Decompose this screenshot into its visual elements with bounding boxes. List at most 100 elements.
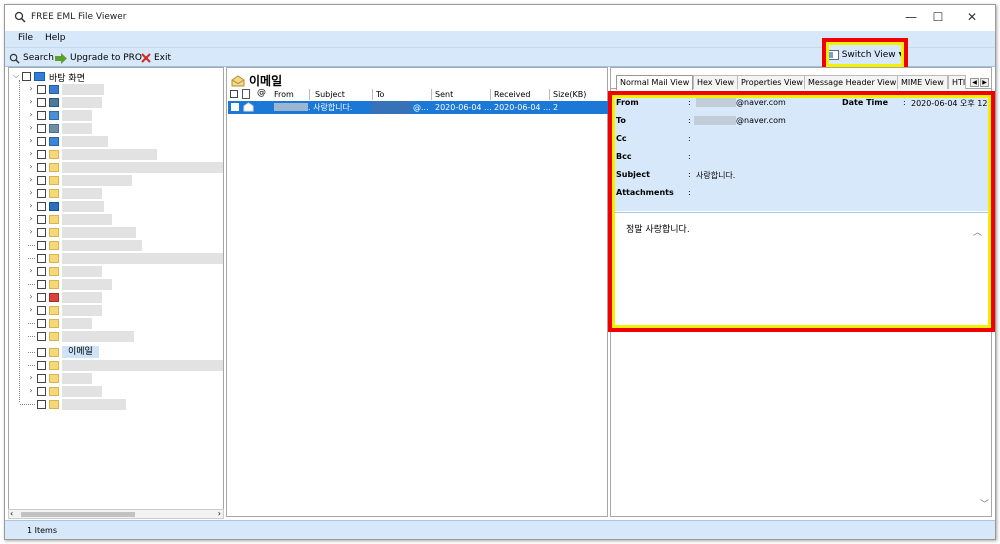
column-from[interactable]: From bbox=[271, 89, 310, 100]
exit-button[interactable]: Exit bbox=[141, 51, 171, 65]
expand-icon[interactable]: › bbox=[27, 227, 35, 237]
tab-hex-view[interactable]: Hex View bbox=[693, 75, 739, 89]
maximize-button[interactable]: ☐ bbox=[928, 9, 948, 25]
tree-checkbox[interactable] bbox=[37, 400, 46, 409]
tree-checkbox[interactable] bbox=[22, 72, 31, 81]
tree-checkbox[interactable] bbox=[37, 202, 46, 211]
tree-horizontal-scrollbar[interactable]: ‹ › bbox=[8, 509, 224, 519]
column-received[interactable]: Received bbox=[491, 89, 550, 100]
tab-mime-view[interactable]: MIME View bbox=[897, 75, 948, 89]
tree-checkbox[interactable] bbox=[37, 124, 46, 133]
tree-checkbox[interactable] bbox=[37, 85, 46, 94]
tree-checkbox[interactable] bbox=[37, 306, 46, 315]
tree-item[interactable] bbox=[9, 317, 223, 330]
tree-item[interactable]: › bbox=[9, 122, 223, 135]
tree-checkbox[interactable] bbox=[37, 319, 46, 328]
tree-checkbox[interactable] bbox=[37, 150, 46, 159]
expand-icon[interactable]: › bbox=[27, 84, 35, 94]
tree-checkbox[interactable] bbox=[37, 189, 46, 198]
tree-checkbox[interactable] bbox=[37, 361, 46, 370]
scroll-left-icon[interactable]: ‹ bbox=[10, 509, 13, 518]
search-button[interactable]: Search bbox=[9, 51, 54, 65]
tree-checkbox[interactable] bbox=[37, 293, 46, 302]
tree-checkbox[interactable] bbox=[37, 387, 46, 396]
tree-item[interactable]: › bbox=[9, 161, 223, 174]
tree-checkbox[interactable] bbox=[37, 228, 46, 237]
tab-html-view[interactable]: HTI bbox=[948, 75, 966, 89]
expand-icon[interactable]: › bbox=[27, 136, 35, 146]
tree-item[interactable]: › bbox=[9, 372, 223, 385]
tree-item-selected[interactable]: 이메일 bbox=[9, 346, 223, 359]
expand-icon[interactable]: › bbox=[27, 188, 35, 198]
tree-item[interactable]: › bbox=[9, 109, 223, 122]
tab-properties-view[interactable]: Properties View bbox=[737, 75, 807, 89]
expand-icon[interactable]: › bbox=[27, 292, 35, 302]
tree-item[interactable]: › bbox=[9, 213, 223, 226]
tree-checkbox[interactable] bbox=[37, 280, 46, 289]
column-subject[interactable]: Subject bbox=[312, 89, 373, 100]
tree-item[interactable] bbox=[9, 359, 223, 372]
tree-item[interactable]: › bbox=[9, 385, 223, 398]
tree-item[interactable]: › bbox=[9, 265, 223, 278]
tree-checkbox[interactable] bbox=[37, 241, 46, 250]
tree-checkbox[interactable] bbox=[37, 348, 46, 357]
scroll-down-icon[interactable]: ﹀ bbox=[980, 497, 989, 510]
scroll-right-icon[interactable]: › bbox=[218, 509, 221, 518]
tree-checkbox[interactable] bbox=[37, 254, 46, 263]
tree-checkbox[interactable] bbox=[37, 111, 46, 120]
expand-icon[interactable]: › bbox=[27, 386, 35, 396]
tree-item-root[interactable]: ⌵ 바탕 화면 bbox=[9, 70, 223, 84]
column-to[interactable]: To bbox=[373, 89, 432, 100]
tree-item[interactable] bbox=[9, 239, 223, 252]
menu-file[interactable]: File bbox=[18, 33, 33, 43]
expand-icon[interactable]: › bbox=[27, 373, 35, 383]
scroll-thumb[interactable] bbox=[21, 512, 135, 517]
tree-item[interactable] bbox=[9, 252, 223, 265]
tree-item[interactable]: › bbox=[9, 291, 223, 304]
tree-item[interactable]: › bbox=[9, 304, 223, 317]
tree-item[interactable]: › bbox=[9, 83, 223, 96]
tab-scroll-right-icon[interactable]: ▶ bbox=[980, 78, 989, 87]
expand-icon[interactable]: › bbox=[27, 149, 35, 159]
expand-icon[interactable]: › bbox=[27, 110, 35, 120]
minimize-button[interactable]: — bbox=[901, 9, 921, 25]
tree-item[interactable]: › bbox=[9, 174, 223, 187]
upgrade-button[interactable]: Upgrade to PRO bbox=[55, 51, 142, 65]
expand-icon[interactable]: › bbox=[27, 123, 35, 133]
tree-item[interactable]: › bbox=[9, 226, 223, 239]
expand-icon[interactable]: › bbox=[27, 162, 35, 172]
select-all-checkbox[interactable] bbox=[230, 90, 238, 98]
tab-normal-mail-view[interactable]: Normal Mail View bbox=[616, 75, 694, 90]
row-checkbox[interactable] bbox=[231, 103, 239, 111]
expand-icon[interactable]: › bbox=[27, 175, 35, 185]
column-sent[interactable]: Sent bbox=[432, 89, 491, 100]
collapse-icon[interactable]: ⌵ bbox=[12, 71, 20, 81]
tree-checkbox[interactable] bbox=[37, 98, 46, 107]
expand-icon[interactable]: › bbox=[27, 201, 35, 211]
column-size[interactable]: Size(KB) bbox=[550, 89, 607, 100]
close-button[interactable]: ✕ bbox=[962, 9, 982, 25]
tree-item[interactable]: › bbox=[9, 135, 223, 148]
tree-checkbox[interactable] bbox=[37, 374, 46, 383]
tab-scroll-left-icon[interactable]: ◀ bbox=[970, 78, 979, 87]
message-row[interactable]: . 사랑합니다. @... 2020-06-04 ... 2020-06-04 … bbox=[228, 101, 608, 114]
tree-checkbox[interactable] bbox=[37, 163, 46, 172]
tree-checkbox[interactable] bbox=[37, 267, 46, 276]
expand-icon[interactable]: › bbox=[27, 97, 35, 107]
tree-item[interactable]: › bbox=[9, 187, 223, 200]
expand-icon[interactable]: › bbox=[27, 214, 35, 224]
tree-item[interactable]: › bbox=[9, 96, 223, 109]
tree-item[interactable] bbox=[9, 278, 223, 291]
menu-help[interactable]: Help bbox=[45, 33, 66, 43]
expand-icon[interactable]: › bbox=[27, 266, 35, 276]
tree-item[interactable] bbox=[9, 330, 223, 343]
tree-checkbox[interactable] bbox=[37, 176, 46, 185]
tree-item[interactable]: › bbox=[9, 200, 223, 213]
tree-checkbox[interactable] bbox=[37, 332, 46, 341]
tree-checkbox[interactable] bbox=[37, 137, 46, 146]
tree-item[interactable]: › bbox=[9, 148, 223, 161]
tree-item[interactable] bbox=[9, 398, 223, 411]
tab-message-header-view[interactable]: Message Header View bbox=[804, 75, 901, 89]
expand-icon[interactable]: › bbox=[27, 305, 35, 315]
tree-checkbox[interactable] bbox=[37, 215, 46, 224]
